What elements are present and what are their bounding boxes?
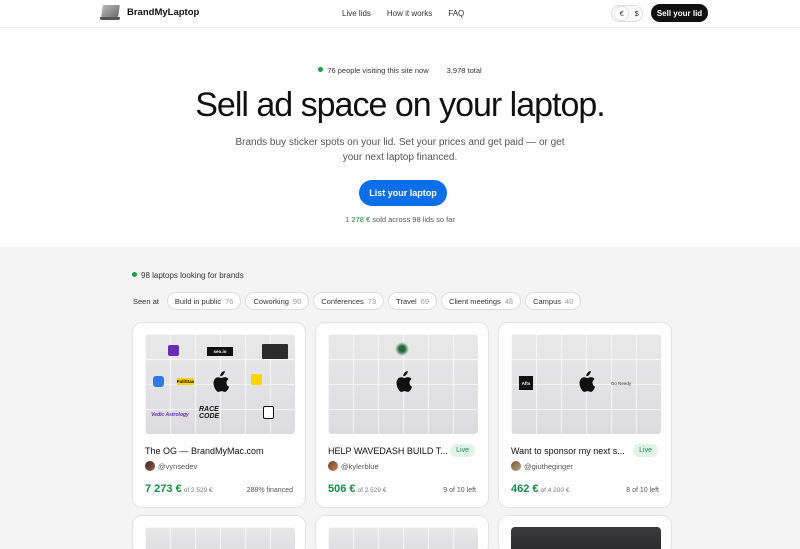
filter-label: Coworking	[253, 296, 289, 306]
card-user[interactable]: @giutheginger	[511, 461, 573, 471]
list-your-laptop-button[interactable]: List your laptop	[359, 180, 447, 206]
sticker-afts: Afts	[519, 376, 533, 390]
filter-label: Travel	[396, 296, 417, 306]
card-title[interactable]: HELP WAVEDASH BUILD T...	[328, 446, 448, 456]
sticker-vedic: Vedic Astrology	[151, 411, 189, 418]
filter-label: Build in public	[174, 296, 222, 306]
filter-label: Conferences	[321, 296, 364, 306]
sticker-race: RACE CODE	[199, 406, 220, 420]
price-goal: of 2 529 €	[183, 487, 213, 494]
apple-logo-icon	[396, 371, 413, 392]
sticker-banner	[262, 344, 288, 359]
live-badge: Live	[450, 444, 475, 457]
sold-text: sold across 98 lids so far	[370, 215, 455, 224]
brand-name: BrandMyLaptop	[127, 7, 200, 18]
laptop-card[interactable]	[498, 515, 672, 549]
filter-count: 73	[367, 296, 377, 306]
brand-logo[interactable]: BrandMyLaptop	[100, 5, 199, 20]
currency-eur[interactable]: €	[615, 7, 629, 20]
laptop-card[interactable]	[315, 515, 489, 549]
avatar	[145, 461, 155, 471]
nav-faq[interactable]: FAQ	[448, 9, 464, 18]
price-amount: 7 273 €	[145, 483, 182, 495]
filter-conferences[interactable]: Conferences 73	[313, 292, 385, 310]
listings-section: 98 laptops looking for brands Seen at Bu…	[0, 247, 800, 549]
nav-how-it-works[interactable]: How it works	[387, 9, 432, 18]
seen-at-label: Seen at	[133, 296, 159, 306]
sell-your-lid-button[interactable]: Sell your lid	[651, 4, 708, 22]
card-title[interactable]: The OG — BrandMyMac.com	[145, 446, 264, 456]
listings-count-text: 98 laptops looking for brands	[141, 271, 244, 280]
listings-count: 98 laptops looking for brands	[132, 271, 244, 280]
laptop-icon	[100, 5, 120, 20]
sticker-goneedy: Go Needy	[610, 380, 632, 386]
filter-count: 69	[420, 296, 430, 306]
card-price: 462 € of 4 200 €	[511, 483, 569, 495]
visiting-now: 76 people visiting this site now	[327, 66, 429, 75]
avatar	[511, 461, 521, 471]
card-meta: 8 of 10 left	[626, 487, 659, 494]
avatar	[328, 461, 338, 471]
sticker-icon	[153, 376, 164, 387]
username: @vynsedev	[158, 461, 198, 471]
laptop-lid-image: Afts Go Needy	[511, 334, 661, 434]
laptop-lid-image: seo.io FullStax Vedic Astrology RACE COD…	[145, 334, 295, 434]
filter-build-in-public[interactable]: Build in public 76	[166, 292, 242, 310]
username: @giutheginger	[524, 461, 573, 471]
currency-usd[interactable]: $	[635, 9, 639, 18]
laptop-card[interactable]: seo.io FullStax Vedic Astrology RACE COD…	[132, 322, 306, 508]
price-goal: of 2 529 €	[357, 487, 387, 494]
filter-label: Campus	[533, 296, 562, 306]
live-badge: Live	[633, 444, 658, 457]
hero-subtitle: Brands buy sticker spots on your lid. Se…	[235, 137, 565, 163]
filter-campus[interactable]: Campus 40	[525, 292, 582, 310]
filter-coworking[interactable]: Coworking 90	[245, 292, 310, 310]
laptop-card[interactable]: HELP WAVEDASH BUILD T... Live @kylerblue…	[315, 322, 489, 508]
username: @kylerblue	[341, 461, 379, 471]
filter-bar: Seen at Build in public 76 Coworking 90 Co…	[133, 292, 585, 310]
filter-count: 76	[225, 296, 234, 306]
filter-label: Client meetings	[449, 296, 501, 306]
sticker-icon	[251, 374, 262, 385]
filter-client-meetings[interactable]: Client meetings 48	[441, 292, 522, 310]
card-meta: 288% financed	[246, 487, 293, 494]
filter-count: 48	[504, 296, 514, 306]
visitor-stats: 76 people visiting this site now 3,978 to…	[0, 66, 800, 75]
laptop-lid-image	[328, 527, 478, 549]
sticker-icon	[168, 345, 179, 356]
online-dot-icon	[318, 67, 324, 72]
hero-title: Sell ad space on your laptop.	[195, 86, 606, 124]
sticker-seo: seo.io	[207, 347, 233, 356]
price-amount: 462 €	[511, 483, 539, 495]
sold-summary: 1 278 € sold across 98 lids so far	[0, 215, 800, 224]
card-price: 506 € of 2 529 €	[328, 483, 386, 495]
filter-travel[interactable]: Travel 69	[388, 292, 438, 310]
laptop-card[interactable]: Afts Go Needy Want to sponsor my next s.…	[498, 322, 672, 508]
card-user[interactable]: @vynsedev	[145, 461, 197, 471]
sticker-icon	[395, 342, 409, 356]
card-price: 7 273 € of 2 529 €	[145, 483, 213, 495]
currency-toggle[interactable]: € $	[611, 5, 643, 22]
laptop-lid-image	[145, 527, 295, 549]
card-title[interactable]: Want to sponsor my next s...	[511, 446, 625, 456]
sticker-icon	[263, 406, 274, 419]
filter-count: 90	[292, 296, 302, 306]
laptop-lid-image	[328, 334, 478, 434]
top-nav: BrandMyLaptop Live lids How it works FAQ…	[0, 0, 800, 28]
card-user[interactable]: @kylerblue	[328, 461, 379, 471]
card-meta: 9 of 10 left	[443, 487, 476, 494]
online-dot-icon	[132, 272, 137, 277]
apple-logo-icon	[579, 371, 596, 392]
price-goal: of 4 200 €	[540, 487, 570, 494]
price-amount: 506 €	[328, 483, 356, 495]
filter-count: 40	[565, 296, 574, 306]
apple-logo-icon	[213, 371, 230, 392]
laptop-card[interactable]	[132, 515, 306, 549]
total-visits: 3,978 total	[446, 66, 482, 75]
sticker-fullstax: FullStax	[176, 378, 195, 385]
nav-live-lids[interactable]: Live lids	[342, 9, 371, 18]
laptop-lid-image	[511, 527, 661, 549]
sold-amount: 1 278 €	[345, 215, 371, 224]
